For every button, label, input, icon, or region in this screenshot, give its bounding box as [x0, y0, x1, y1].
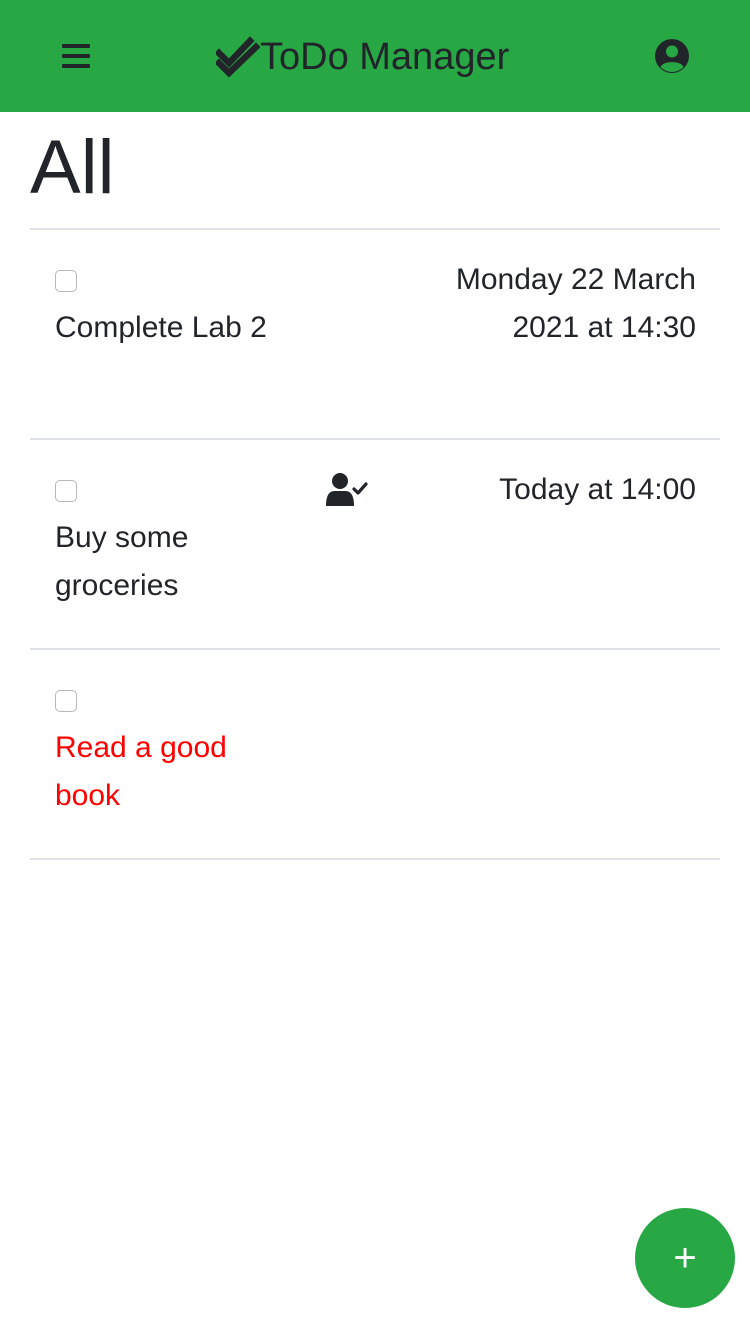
task-deadline: Monday 22 March 2021 at 14:30 — [455, 263, 696, 344]
navbar: ToDo Manager — [0, 0, 750, 112]
task-deadline: Today at 14:00 — [499, 473, 696, 506]
task-list: Complete Lab 2 Monday 22 March 2021 at 1… — [30, 228, 720, 860]
brand[interactable]: ToDo Manager — [216, 30, 509, 84]
task-item: Read a good book — [30, 650, 720, 860]
task-item: Complete Lab 2 Monday 22 March 2021 at 1… — [30, 230, 720, 440]
user-circle-icon — [655, 39, 689, 73]
task-description: Buy some groceries — [55, 521, 189, 602]
user-profile-button[interactable] — [654, 38, 690, 74]
task-checkbox[interactable] — [55, 270, 77, 292]
menu-toggle-button[interactable] — [50, 30, 102, 82]
add-task-button[interactable]: + — [635, 1208, 735, 1308]
task-item: Buy some groceries Today at 14:00 — [30, 440, 720, 650]
user-check-icon — [326, 473, 368, 506]
plus-icon: + — [673, 1235, 697, 1280]
brand-title: ToDo Manager — [260, 35, 510, 78]
task-checkbox[interactable] — [55, 480, 77, 502]
task-checkbox[interactable] — [55, 690, 77, 712]
task-description: Complete Lab 2 — [55, 311, 267, 344]
hamburger-menu-icon — [62, 44, 90, 68]
task-description: Read a good book — [55, 731, 227, 812]
filter-title: All — [30, 125, 115, 210]
check-double-icon — [216, 36, 260, 78]
